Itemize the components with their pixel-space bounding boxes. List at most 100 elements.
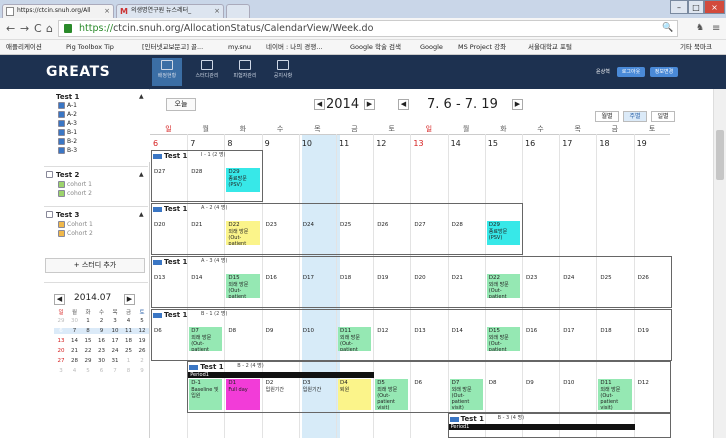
day-label: D26 [637, 275, 649, 281]
day-label: D19 [377, 275, 389, 281]
day-label: D16 [526, 328, 538, 334]
block-title-text: Test 1 [460, 415, 485, 423]
block-title: Test 1 [153, 205, 187, 213]
day-cell[interactable]: D19 [636, 327, 669, 351]
day-cell[interactable]: D20 [412, 274, 445, 298]
visit-label: 외래 방문(Out-patient visit) [451, 387, 472, 410]
visit-label: 외래 방문(Out-patient visit) [228, 229, 249, 245]
day-cell[interactable]: D9 [264, 327, 297, 351]
day-label: D2 [265, 380, 274, 386]
block-subtitle: B - 3 (4 명) [497, 415, 525, 421]
day-cell[interactable]: D22외래 방문(Out-patient visit) [486, 274, 520, 298]
day-cell[interactable]: D19 [375, 274, 408, 298]
day-cell[interactable]: D27 [412, 221, 445, 245]
visit-label: 외래 방문(Out-patient visit) [488, 282, 509, 298]
day-cell[interactable]: D17 [561, 327, 594, 351]
day-cell[interactable]: D23 [264, 221, 297, 245]
day-cell[interactable]: D7외래 방문(Out-patient visit) [449, 379, 483, 410]
day-cell[interactable]: D7외래 방문(Out-patient visit) [189, 327, 223, 351]
visit-label: 외래 방문(Out-patient visit) [191, 335, 212, 351]
day-cell[interactable]: D16 [524, 327, 557, 351]
scrollbar-thumb[interactable] [716, 130, 724, 180]
day-label: D26 [377, 222, 389, 228]
day-cell[interactable]: D21 [450, 274, 483, 298]
day-cell[interactable]: D29 종료방문(PSV) [486, 221, 520, 245]
day-cell[interactable]: D21 [189, 221, 222, 245]
day-cell[interactable]: D4 퇴원 [338, 379, 372, 410]
day-cell[interactable]: D14 [189, 274, 222, 298]
day-cell[interactable]: D24 [561, 274, 594, 298]
visit-label: 외래 방문(Out-patient visit) [228, 282, 249, 298]
visit-label: 입원기간 [302, 387, 322, 393]
day-cell[interactable]: D-1 Baseline 및 입원 [189, 379, 223, 410]
day-cell[interactable]: D3 입원기간 [301, 379, 334, 410]
day-cell[interactable]: D2 입원기간 [264, 379, 297, 410]
day-cell[interactable]: D12 [375, 327, 408, 351]
day-cell[interactable]: D18 [598, 327, 631, 351]
day-cell[interactable]: D27 [152, 168, 185, 192]
day-label: D10 [302, 328, 315, 334]
day-cell[interactable]: D11외래 방문(Out-patient visit) [598, 379, 632, 410]
day-label: D23 [526, 275, 538, 281]
day-cell[interactable]: D16 [264, 274, 297, 298]
day-cell[interactable]: D26 [636, 274, 669, 298]
day-cell[interactable]: D8 [226, 327, 259, 351]
day-cell[interactable]: D25 [338, 221, 371, 245]
day-label: D23 [265, 222, 277, 228]
day-cell[interactable]: D28 [450, 221, 483, 245]
day-cell[interactable]: D22외래 방문(Out-patient visit) [226, 221, 260, 245]
day-cell[interactable]: D13 [412, 327, 445, 351]
day-cell[interactable]: D20 [152, 221, 185, 245]
visit-label: 입원기간 [265, 387, 284, 393]
visit-label: 외래 방문(Out-patient visit) [488, 335, 509, 351]
day-cell[interactable]: D1 Full day [226, 379, 260, 410]
block-subtitle: A - 2 (4 명) [201, 205, 228, 211]
day-cell[interactable]: D12 [636, 379, 669, 410]
day-cell[interactable]: D23 [524, 274, 557, 298]
allocation-blocks: Test 1I - 1 (2 명) D27 D28 D29 종료방문(PSV) Test … [0, 0, 726, 438]
day-cell[interactable]: D5 외래 방문(Out-patient visit) [375, 379, 409, 410]
day-label: D12 [377, 328, 389, 334]
day-cell[interactable]: D28 [189, 168, 222, 192]
day-label: D17 [563, 328, 575, 334]
day-label: D27 [154, 169, 166, 175]
block-subtitle: B - 2 (4 명) [237, 363, 264, 369]
day-cell[interactable]: D6 [152, 327, 185, 351]
period-bar: Period1 [188, 372, 375, 378]
day-cell[interactable]: D9 [524, 379, 557, 410]
day-label: D4 [340, 380, 348, 386]
day-label: D6 [154, 328, 162, 334]
day-cell[interactable]: D26 [375, 221, 408, 245]
day-cell[interactable]: D10 [561, 379, 594, 410]
day-cell[interactable]: D29 종료방문(PSV) [226, 168, 260, 192]
day-cell[interactable]: D13 [152, 274, 185, 298]
day-label: D22 [228, 222, 240, 228]
day-cell[interactable]: D15외래 방문(Out-patient visit) [486, 327, 520, 351]
day-cell[interactable]: D6 [412, 379, 445, 410]
visit-label: 외래 방문(Out-patient visit) [340, 335, 360, 351]
block-subtitle: A - 3 (4 명) [201, 258, 228, 264]
day-label: D10 [563, 380, 575, 386]
day-cell[interactable]: D18 [338, 274, 371, 298]
day-cell[interactable]: D17 [301, 274, 334, 298]
day-cell[interactable]: D25 [598, 274, 631, 298]
day-label: D19 [637, 328, 649, 334]
block-title-text: Test 1 [164, 311, 188, 319]
period-bar: Period1 [448, 424, 635, 430]
day-label: D27 [414, 222, 426, 228]
day-cell[interactable]: D24 [301, 221, 334, 245]
day-label: D25 [600, 275, 612, 281]
day-cell[interactable]: D8 [487, 379, 520, 410]
day-label: D28 [191, 169, 203, 175]
day-label: D14 [451, 328, 463, 334]
block-title-text: Test 1 [164, 152, 188, 160]
day-label: D24 [563, 275, 575, 281]
block-title: Test 1 [153, 258, 187, 266]
day-label: D18 [600, 328, 612, 334]
day-cell[interactable]: D14 [450, 327, 483, 351]
visit-label: 종료방문(PSV) [228, 176, 247, 188]
block-title: Test 1 [189, 363, 224, 371]
day-cell[interactable]: D15외래 방문(Out-patient visit) [226, 274, 260, 298]
day-cell[interactable]: D10 [301, 327, 334, 351]
day-cell[interactable]: D11외래 방문(Out-patient visit) [338, 327, 372, 351]
